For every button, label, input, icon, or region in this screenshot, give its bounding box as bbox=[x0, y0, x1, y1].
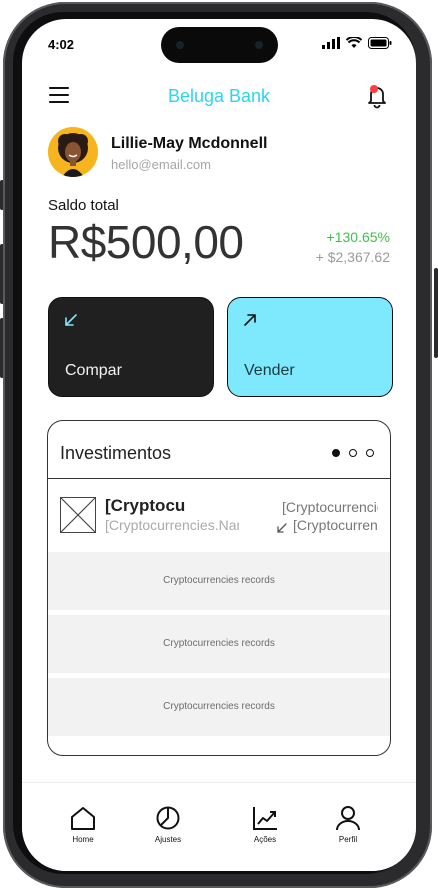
arrow-down-left-icon bbox=[277, 523, 287, 533]
avatar bbox=[48, 127, 98, 177]
user-email: hello@email.com bbox=[111, 157, 211, 172]
page-indicator[interactable] bbox=[332, 449, 374, 457]
tab-home[interactable]: Home bbox=[53, 805, 113, 844]
page-dot-1[interactable] bbox=[332, 449, 340, 457]
records-row: Cryptocurrencies records bbox=[48, 678, 390, 736]
power-button bbox=[434, 268, 438, 358]
trending-up-icon bbox=[253, 807, 277, 830]
records-row: Cryptocurrencies records bbox=[48, 552, 390, 610]
investments-card: Investimentos [Cryptocurrencies.Name] [C… bbox=[47, 420, 391, 756]
tab-perfil-label: Perfil bbox=[338, 835, 358, 844]
balance-label: Saldo total bbox=[48, 197, 119, 214]
crypto-subtitle: [Cryptocurrencies.Name] bbox=[105, 517, 239, 533]
page-dot-2[interactable] bbox=[349, 449, 357, 457]
page-dot-3[interactable] bbox=[366, 449, 374, 457]
tab-acoes-label: Ações bbox=[253, 835, 277, 844]
image-placeholder-icon bbox=[60, 497, 96, 533]
balance-value: R$500,00 bbox=[48, 216, 244, 268]
dynamic-island bbox=[161, 27, 278, 63]
records-row: Cryptocurrencies records bbox=[48, 615, 390, 673]
investments-title: Investimentos bbox=[60, 443, 172, 463]
arrow-down-left-icon bbox=[65, 314, 77, 326]
notification-badge bbox=[370, 85, 378, 93]
sell-button[interactable]: Vender bbox=[227, 297, 393, 397]
tab-ajustes-label: Ajustes bbox=[154, 835, 182, 844]
balance-change-amount: + $2,367.62 bbox=[315, 249, 390, 265]
crypto-price: [Cryptocurrencies.Price] bbox=[282, 499, 378, 515]
tab-home-label: Home bbox=[72, 835, 94, 844]
tab-acoes[interactable]: Ações bbox=[235, 805, 295, 844]
user-name: Lillie-May Mcdonnell bbox=[111, 135, 268, 152]
battery-icon bbox=[368, 37, 392, 49]
screen: 4:02 Beluga Bank Lillie-May Mcdonnell he… bbox=[22, 19, 416, 871]
status-time: 4:02 bbox=[48, 37, 75, 52]
user-icon bbox=[336, 806, 360, 831]
app-header: Beluga Bank bbox=[22, 79, 416, 119]
signal-icon bbox=[322, 37, 340, 49]
home-icon bbox=[71, 807, 95, 830]
user-profile[interactable]: Lillie-May Mcdonnell hello@email.com bbox=[48, 127, 388, 179]
tab-perfil[interactable]: Perfil bbox=[318, 805, 378, 844]
wifi-icon bbox=[346, 37, 362, 48]
bottom-tab-bar: Home Ajustes Ações Perfil bbox=[22, 782, 416, 871]
crypto-change: [Cryptocurrencies.Change] bbox=[293, 517, 378, 533]
investments-header: Investimentos bbox=[48, 421, 390, 479]
tab-ajustes[interactable]: Ajustes bbox=[138, 805, 198, 844]
crypto-row[interactable]: [Cryptocurrencies.Name] [Cryptocurrencie… bbox=[48, 479, 390, 551]
buy-button[interactable]: Compar bbox=[48, 297, 214, 397]
app-title: Beluga Bank bbox=[167, 86, 271, 106]
pie-chart-icon bbox=[156, 806, 180, 830]
status-icons bbox=[322, 37, 392, 49]
crypto-name: [Cryptocurrencies.Name] bbox=[105, 496, 185, 515]
buy-button-label: Compar bbox=[65, 362, 122, 379]
sell-button-label: Vender bbox=[244, 362, 295, 379]
arrow-up-right-icon bbox=[244, 314, 256, 326]
balance-change-percent: +130.65% bbox=[326, 229, 390, 245]
